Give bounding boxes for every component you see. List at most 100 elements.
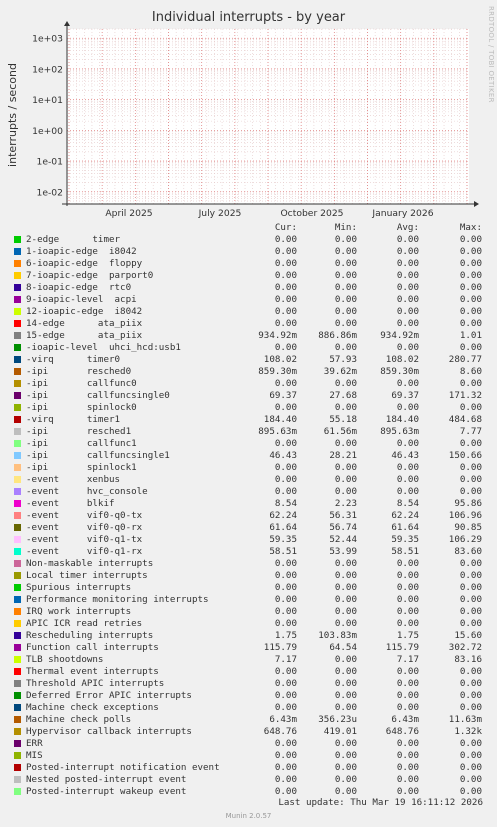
last-update: Last update: Thu Mar 19 16:11:12 2026	[278, 797, 483, 808]
legend-value-cur: 1.75	[274, 630, 297, 641]
legend-value-max: 0.00	[459, 438, 482, 449]
legend-value-min: 0.00	[334, 318, 357, 329]
legend-value-min: 0.00	[334, 342, 357, 353]
legend-value-avg: 859.30m	[380, 366, 419, 377]
legend-swatch	[14, 692, 21, 699]
legend-series-name: -ipi callfunc0	[26, 378, 137, 389]
legend-swatch	[14, 308, 21, 315]
legend-swatch	[14, 488, 21, 495]
legend-value-cur: 0.00	[274, 690, 297, 701]
legend-row: 9-ioapic-level acpi 0.00 0.00 0.00 0.00	[12, 294, 492, 306]
legend-value-max: 0.00	[459, 486, 482, 497]
legend-series-name: -ipi callfuncsingle1	[26, 450, 170, 461]
legend-row: Local timer interrupts 0.00 0.00 0.00 0.00	[12, 570, 492, 582]
legend-value-cur: 0.00	[274, 258, 297, 269]
legend-value-max: 0.00	[459, 618, 482, 629]
legend-value-cur: 0.00	[274, 474, 297, 485]
legend-series-name: Nested posted-interrupt event	[26, 774, 187, 785]
legend-swatch	[14, 764, 21, 771]
legend-swatch	[14, 500, 21, 507]
legend-series-name: -ipi resched0	[26, 366, 132, 377]
legend-value-max: 171.32	[448, 390, 482, 401]
legend-value-max: 1.01	[459, 330, 482, 341]
legend-swatch	[14, 236, 21, 243]
legend-series-name: -virq timer0	[26, 354, 121, 365]
legend-swatch	[14, 428, 21, 435]
legend-header-min: Min:	[334, 222, 357, 233]
legend-value-min: 0.00	[334, 594, 357, 605]
legend-row: -event vif0-q0-rx 61.64 56.74 61.64 90.85	[12, 522, 492, 534]
legend-value-cur: 6.43m	[269, 714, 297, 725]
legend-value-min: 886.86m	[318, 330, 357, 341]
legend-row: -event vif0-q0-tx 62.24 56.31 62.24 106.96	[12, 510, 492, 522]
legend-row: 6-ioapic-edge floppy 0.00 0.00 0.00 0.00	[12, 258, 492, 270]
legend-row: -ipi callfuncsingle1 46.43 28.21 46.43 150.6…	[12, 450, 492, 462]
legend-value-cur: 0.00	[274, 402, 297, 413]
legend-value-avg: 58.51	[391, 546, 419, 557]
legend-swatch	[14, 416, 21, 423]
legend-swatch	[14, 344, 21, 351]
legend-value-cur: 46.43	[269, 450, 297, 461]
legend-row: -ioapic-level uhci_hcd:usb1 0.00 0.00 0.00 0…	[12, 342, 492, 354]
legend-value-cur: 7.17	[274, 654, 297, 665]
legend-swatch	[14, 680, 21, 687]
legend-row: Deferred Error APIC interrupts 0.00 0.00 0.…	[12, 690, 492, 702]
legend-swatch	[14, 728, 21, 735]
legend-value-avg: 0.00	[396, 402, 419, 413]
legend-swatch	[14, 512, 21, 519]
legend-header-avg: Avg:	[396, 222, 419, 233]
legend-series-name: 14-edge ata_piix	[26, 318, 143, 329]
legend-swatch	[14, 332, 21, 339]
legend-row: Machine check polls 6.43m 356.23u 6.43m 11.6…	[12, 714, 492, 726]
legend-swatch	[14, 452, 21, 459]
legend-value-avg: 0.00	[396, 342, 419, 353]
legend-swatch	[14, 752, 21, 759]
legend-row: Nested posted-interrupt event 0.00 0.00 0.0…	[12, 774, 492, 786]
legend-value-min: 0.00	[334, 306, 357, 317]
legend-value-min: 56.31	[329, 510, 357, 521]
y-tick-label: 1e+00	[32, 126, 63, 137]
legend-value-cur: 59.35	[269, 534, 297, 545]
legend-value-avg: 0.00	[396, 774, 419, 785]
legend-series-name: ERR	[26, 738, 43, 749]
y-tick-label: 1e+03	[32, 34, 63, 45]
legend-series-name: -ipi spinlock0	[26, 402, 137, 413]
legend-series-name: Function call interrupts	[26, 642, 159, 653]
legend-value-min: 53.99	[329, 546, 357, 557]
legend-value-min: 103.83m	[318, 630, 357, 641]
legend-swatch	[14, 560, 21, 567]
legend-value-max: 0.00	[459, 318, 482, 329]
legend-value-max: 83.60	[454, 546, 482, 557]
legend-value-cur: 0.00	[274, 750, 297, 761]
legend-series-name: 7-ioapic-edge parport0	[26, 270, 154, 281]
legend-value-avg: 108.02	[385, 354, 419, 365]
legend-series-name: Posted-interrupt notification event	[26, 762, 220, 773]
legend-value-min: 39.62m	[323, 366, 357, 377]
legend-value-max: 0.00	[459, 678, 482, 689]
legend-value-min: 0.00	[334, 282, 357, 293]
legend-value-cur: 0.00	[274, 318, 297, 329]
legend-header-cur: Cur:	[274, 222, 297, 233]
legend-value-cur: 115.79	[263, 642, 297, 653]
legend-row: -event blkif 8.54 2.23 8.54 95.86	[12, 498, 492, 510]
legend-value-max: 90.85	[454, 522, 482, 533]
legend-row: -event vif0-q1-tx 59.35 52.44 59.35 106.29	[12, 534, 492, 546]
legend-series-name: -event vif0-q0-tx	[26, 510, 143, 521]
legend-value-cur: 0.00	[274, 678, 297, 689]
legend-value-min: 0.00	[334, 762, 357, 773]
legend-value-cur: 0.00	[274, 702, 297, 713]
legend-value-cur: 58.51	[269, 546, 297, 557]
legend-value-min: 0.00	[334, 606, 357, 617]
legend-value-min: 0.00	[334, 570, 357, 581]
legend-value-max: 0.00	[459, 570, 482, 581]
legend-row: 14-edge ata_piix 0.00 0.00 0.00 0.00	[12, 318, 492, 330]
legend-value-avg: 0.00	[396, 234, 419, 245]
legend-series-name: 6-ioapic-edge floppy	[26, 258, 143, 269]
legend-value-max: 7.77	[459, 426, 482, 437]
legend-value-avg: 0.00	[396, 606, 419, 617]
legend-value-cur: 184.40	[263, 414, 297, 425]
legend-series-name: -ioapic-level uhci_hcd:usb1	[26, 342, 181, 353]
legend-value-avg: 0.00	[396, 318, 419, 329]
legend-swatch	[14, 392, 21, 399]
legend-value-avg: 0.00	[396, 762, 419, 773]
